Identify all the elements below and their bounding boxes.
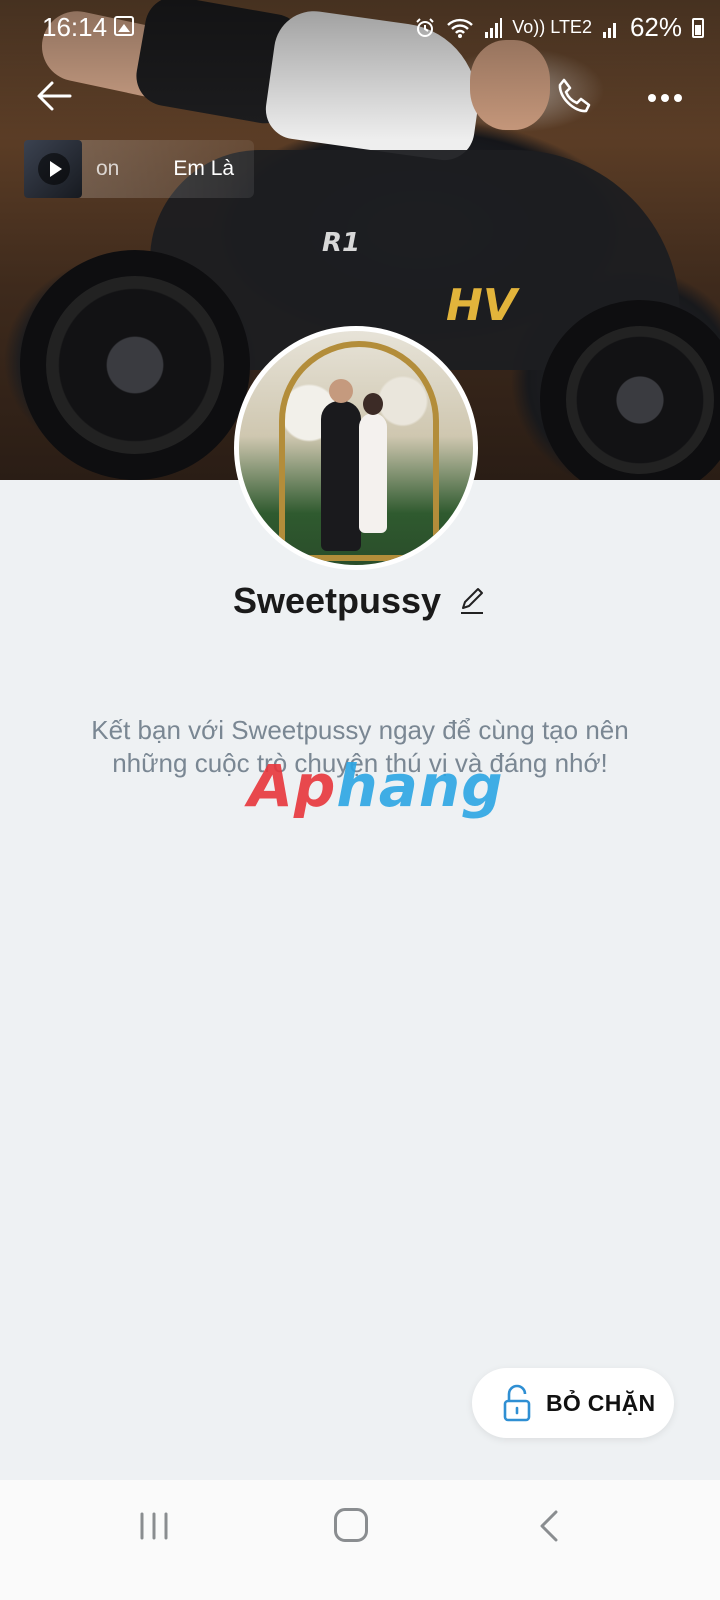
battery-icon xyxy=(692,17,704,38)
profile-avatar[interactable] xyxy=(234,326,478,570)
watermark-part-a: Ap xyxy=(248,752,337,820)
profile-name-row: Sweetpussy xyxy=(0,580,720,622)
back-button[interactable] xyxy=(30,72,78,120)
signal-icon-2 xyxy=(602,22,616,38)
profile-name: Sweetpussy xyxy=(232,580,442,621)
status-right-group: Vo)) LTE2 62% xyxy=(414,12,704,43)
recent-apps-icon[interactable] xyxy=(136,1510,172,1542)
profile-music-chip[interactable]: on Em Là xyxy=(24,140,255,198)
signal-icon xyxy=(485,17,503,38)
phone-icon xyxy=(558,78,591,113)
music-title-part2: Em Là xyxy=(173,157,235,180)
battery-percent: 62% xyxy=(629,12,682,42)
unblock-button[interactable]: BỎ CHẶN xyxy=(472,1368,674,1438)
more-dots-icon xyxy=(648,94,682,102)
avatar-person-1 xyxy=(321,379,361,551)
play-icon[interactable] xyxy=(38,153,70,185)
unblock-label: BỎ CHẶN xyxy=(546,1389,656,1416)
pencil-icon xyxy=(461,588,484,614)
music-thumbnail xyxy=(24,140,82,198)
unlock-icon xyxy=(503,1384,531,1422)
watermark-part-b: hang xyxy=(336,752,504,820)
cover-decal-r1: R1 xyxy=(322,228,361,258)
system-nav-bar xyxy=(0,1480,720,1600)
cover-rear-wheel xyxy=(20,250,250,480)
status-bar: 16:14 Vo)) LTE2 62% xyxy=(0,0,720,52)
wifi-icon xyxy=(447,18,474,38)
status-time: 16:14 xyxy=(42,12,108,42)
network-type-label: Vo)) LTE2 xyxy=(512,17,592,37)
music-title-part1: on xyxy=(96,157,120,180)
call-button[interactable] xyxy=(552,74,596,118)
gallery-notification-icon xyxy=(114,16,134,36)
alarm-icon xyxy=(416,17,434,37)
home-icon[interactable] xyxy=(334,1508,368,1542)
more-options-button[interactable] xyxy=(642,78,688,118)
edit-name-button[interactable] xyxy=(457,586,487,616)
cover-decal-hv: HV xyxy=(446,280,517,331)
watermark-logo: Aphang xyxy=(248,752,504,820)
system-back-icon[interactable] xyxy=(532,1506,568,1546)
avatar-person-2 xyxy=(359,393,387,533)
back-arrow-icon xyxy=(37,81,72,111)
